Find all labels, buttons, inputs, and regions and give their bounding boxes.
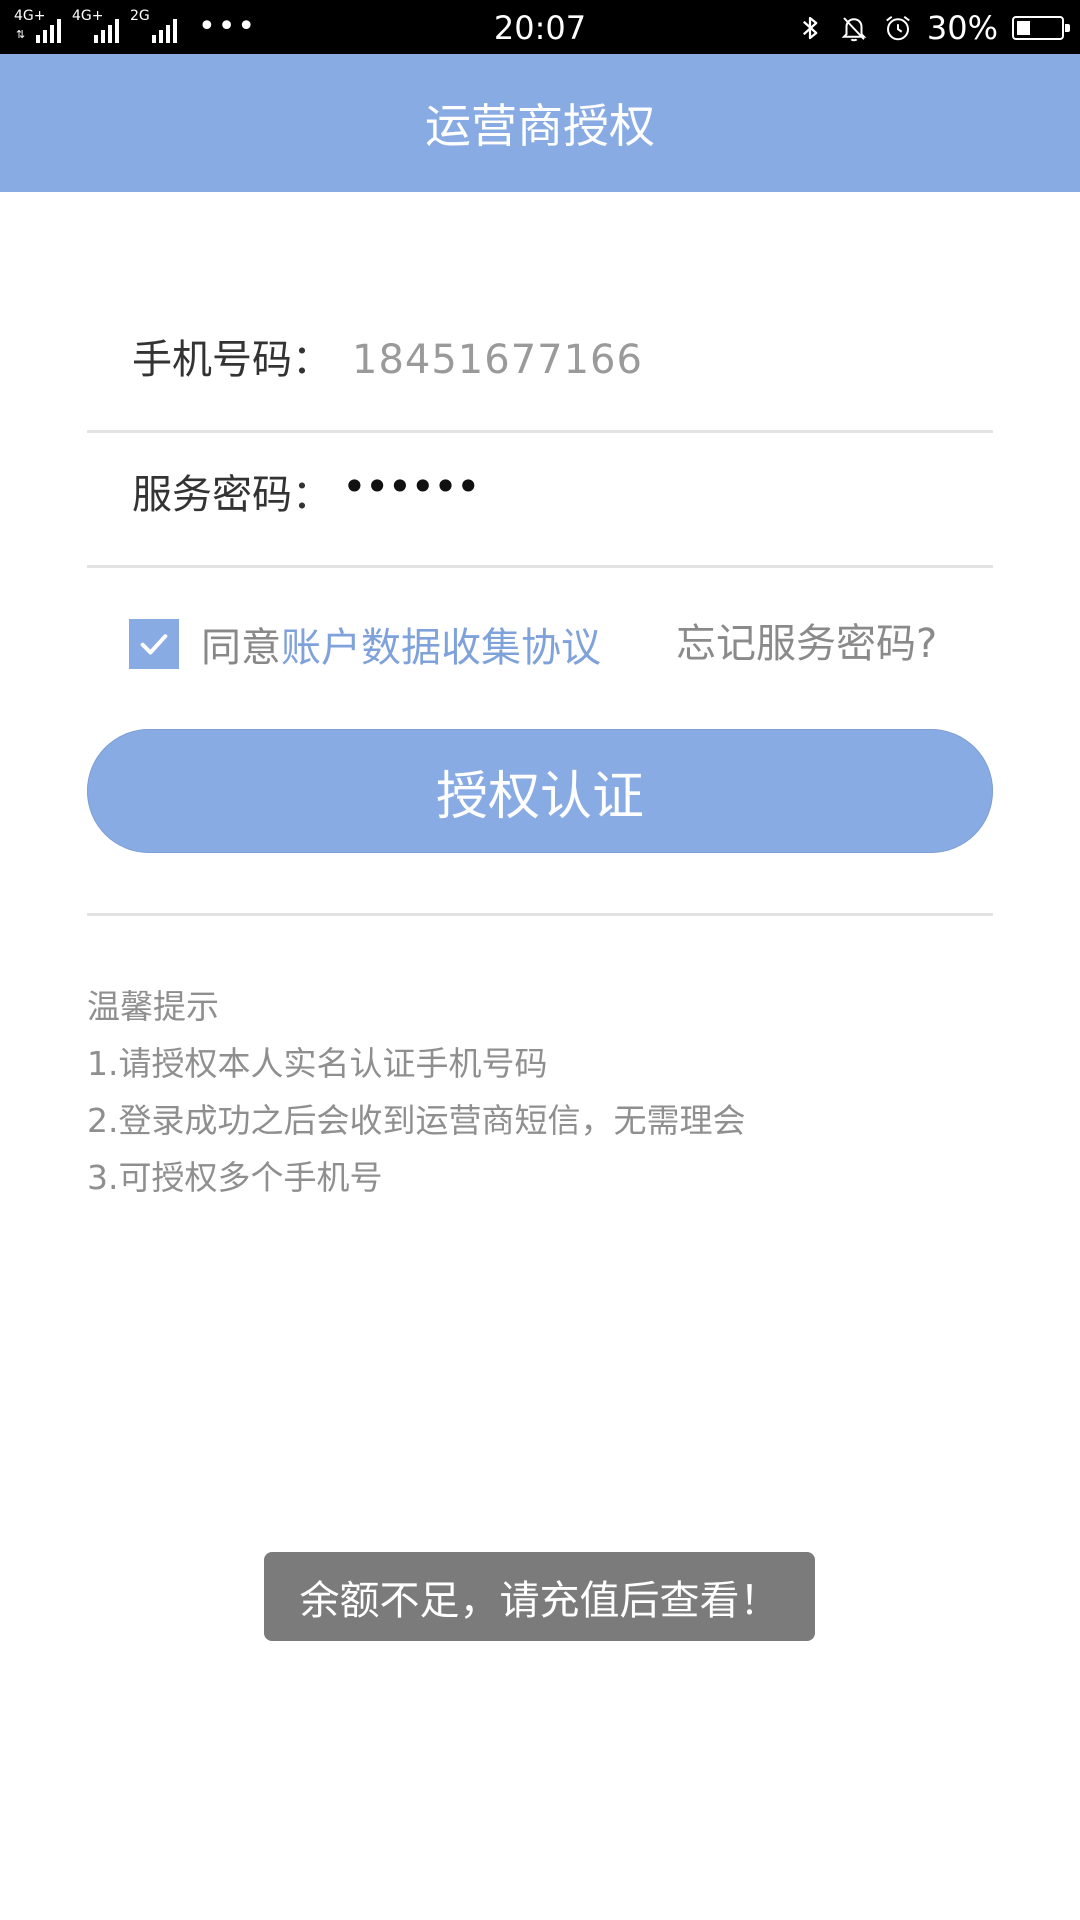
forgot-password-link[interactable]: 忘记服务密码? (676, 618, 937, 670)
bell-off-icon (841, 17, 867, 42)
tip-item: 3.可授权多个手机号 (87, 1158, 383, 1197)
agreement-link[interactable]: 账户数据收集协议 (281, 615, 601, 673)
tips-section: 温馨提示 1.请授权本人实名认证手机号码 2.登录成功之后会收到运营商短信，无需… (87, 978, 746, 1206)
phone-label: 手机号码： (132, 337, 332, 383)
agree-checkbox[interactable] (129, 619, 179, 669)
alarm-icon (886, 15, 910, 41)
phone-row: 手机号码： 18451677166 (87, 296, 993, 433)
divider (87, 913, 993, 916)
status-bar: 4G+ ⇅ 4G+ 2G ••• 20:07 30% (0, 0, 1080, 54)
password-input[interactable]: •••••• (342, 461, 481, 513)
phone-input[interactable]: 18451677166 (352, 334, 643, 386)
battery-icon (1012, 16, 1070, 40)
check-icon (140, 634, 168, 655)
battery-fill (1017, 21, 1030, 35)
tips-title: 温馨提示 (87, 987, 219, 1026)
battery-percent: 30% (926, 9, 998, 47)
password-label: 服务密码： (132, 472, 332, 518)
tip-item: 2.登录成功之后会收到运营商短信，无需理会 (87, 1101, 746, 1140)
agree-prefix: 同意 (201, 625, 281, 671)
tip-item: 1.请授权本人实名认证手机号码 (87, 1044, 548, 1083)
bluetooth-icon (802, 16, 818, 40)
toast-message: 余额不足，请充值后查看！ (264, 1552, 815, 1641)
page-title: 运营商授权 (0, 54, 1080, 192)
agreement-row: 同意 账户数据收集协议 (129, 615, 601, 673)
authorize-button[interactable]: 授权认证 (87, 729, 993, 853)
status-right: 30% (795, 8, 1070, 48)
password-row: 服务密码： •••••• (87, 431, 993, 568)
